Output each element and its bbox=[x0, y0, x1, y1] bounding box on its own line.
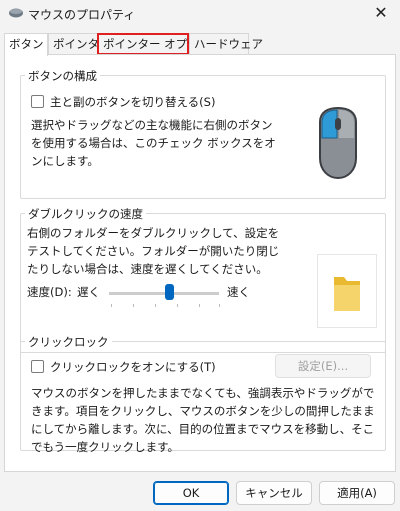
slow-label: 遅く bbox=[77, 285, 100, 299]
slider-tick bbox=[177, 304, 178, 307]
mouse-icon bbox=[319, 106, 357, 180]
test-folder-area[interactable] bbox=[317, 254, 377, 328]
cancel-button[interactable]: キャンセル bbox=[236, 481, 312, 505]
double-click-title: ダブルクリックの速度 bbox=[25, 206, 146, 222]
switch-buttons-checkbox[interactable] bbox=[31, 95, 44, 108]
slider-tick bbox=[133, 304, 134, 307]
slider-tick bbox=[219, 304, 220, 307]
click-lock-title: クリックロック bbox=[25, 334, 112, 350]
title-bar: マウスのプロパティ ✕ bbox=[0, 0, 400, 26]
ok-button[interactable]: OK bbox=[153, 481, 229, 505]
click-lock-checkbox[interactable] bbox=[31, 360, 44, 373]
button-config-title: ボタンの構成 bbox=[25, 68, 100, 84]
tab-buttons[interactable]: ボタン bbox=[4, 33, 48, 56]
click-lock-label[interactable]: クリックロックをオンにする(T) bbox=[50, 359, 216, 375]
double-click-description: 右側のフォルダーをダブルクリックして、設定をテストしてください。フォルダーが開い… bbox=[27, 226, 280, 276]
click-lock-group: クリックロック クリックロックをオンにする(T) 設定(E)... マウスのボタ… bbox=[20, 334, 386, 454]
speed-slider-track[interactable] bbox=[109, 292, 219, 295]
slider-tick bbox=[111, 304, 112, 307]
apply-button[interactable]: 適用(A) bbox=[319, 481, 395, 505]
close-button[interactable]: ✕ bbox=[370, 2, 392, 24]
window-title: マウスのプロパティ bbox=[28, 8, 136, 22]
tab-hardware[interactable]: ハードウェア bbox=[189, 33, 263, 55]
speed-label: 速度(D): bbox=[27, 285, 72, 299]
button-config-description: 選択やドラッグなどの主な機能に右側のボタンを使用する場合は、このチェック ボック… bbox=[31, 118, 276, 168]
fast-label: 速く bbox=[227, 285, 250, 299]
tab-pointers[interactable]: ポインター bbox=[48, 33, 111, 55]
tab-buttons-label: ボタン bbox=[9, 37, 44, 51]
tab-hardware-label: ハードウェア bbox=[194, 37, 263, 51]
slider-tick bbox=[199, 304, 200, 307]
double-click-group: ダブルクリックの速度 右側のフォルダーをダブルクリックして、設定をテストしてくだ… bbox=[20, 206, 386, 353]
tab-bar: ボタン ポインター ポインター オプション ハードウェア bbox=[4, 33, 396, 56]
mouse-app-icon bbox=[9, 8, 23, 18]
click-lock-settings-button[interactable]: 設定(E)... bbox=[275, 354, 371, 378]
tab-pointer-options[interactable]: ポインター オプション bbox=[97, 33, 222, 55]
slider-tick bbox=[155, 304, 156, 307]
click-lock-description: マウスのボタンを押したままでなくても、強調表示やドラッグができます。項目をクリッ… bbox=[31, 386, 375, 454]
folder-icon bbox=[334, 277, 360, 311]
mouse-preview bbox=[296, 94, 380, 190]
switch-buttons-label[interactable]: 主と副のボタンを切り替える(S) bbox=[50, 94, 215, 110]
tab-panel: ボタンの構成 主と副のボタンを切り替える(S) 選択やドラッグなどの主な機能に右… bbox=[4, 54, 396, 472]
speed-slider-thumb[interactable] bbox=[165, 284, 174, 300]
close-icon: ✕ bbox=[374, 3, 388, 22]
button-config-group: ボタンの構成 主と副のボタンを切り替える(S) 選択やドラッグなどの主な機能に右… bbox=[20, 68, 386, 199]
